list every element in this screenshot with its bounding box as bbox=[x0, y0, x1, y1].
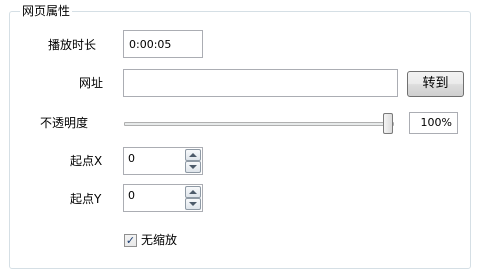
start-x-spinner[interactable]: 0 bbox=[123, 147, 203, 175]
start-x-value: 0 bbox=[128, 152, 135, 165]
opacity-slider-thumb[interactable] bbox=[383, 113, 393, 134]
url-label: 网址 bbox=[79, 76, 104, 90]
arrow-down-icon bbox=[189, 165, 197, 169]
no-zoom-checkbox[interactable]: ✓ bbox=[124, 234, 137, 247]
start-x-decrement-button[interactable] bbox=[185, 161, 201, 173]
start-y-value: 0 bbox=[128, 189, 135, 202]
start-x-label: 起点X bbox=[70, 154, 103, 168]
url-input[interactable] bbox=[123, 69, 398, 97]
opacity-percent-display: 100% bbox=[409, 112, 458, 134]
no-zoom-label[interactable]: 无缩放 bbox=[141, 232, 177, 248]
arrow-up-icon bbox=[189, 153, 197, 157]
duration-input[interactable] bbox=[123, 30, 203, 58]
check-mark-icon: ✓ bbox=[125, 234, 136, 247]
start-x-increment-button[interactable] bbox=[185, 149, 201, 161]
go-button[interactable]: 转到 bbox=[407, 71, 464, 97]
duration-label: 播放时长 bbox=[48, 38, 97, 52]
arrow-up-icon bbox=[189, 190, 197, 194]
opacity-label: 不透明度 bbox=[40, 116, 89, 130]
opacity-slider-track[interactable] bbox=[124, 122, 394, 126]
start-y-increment-button[interactable] bbox=[185, 186, 201, 198]
arrow-down-icon bbox=[189, 202, 197, 206]
group-title: 网页属性 bbox=[20, 4, 73, 18]
start-y-spinner[interactable]: 0 bbox=[123, 184, 203, 212]
start-y-decrement-button[interactable] bbox=[185, 198, 201, 210]
start-y-label: 起点Y bbox=[70, 192, 102, 206]
